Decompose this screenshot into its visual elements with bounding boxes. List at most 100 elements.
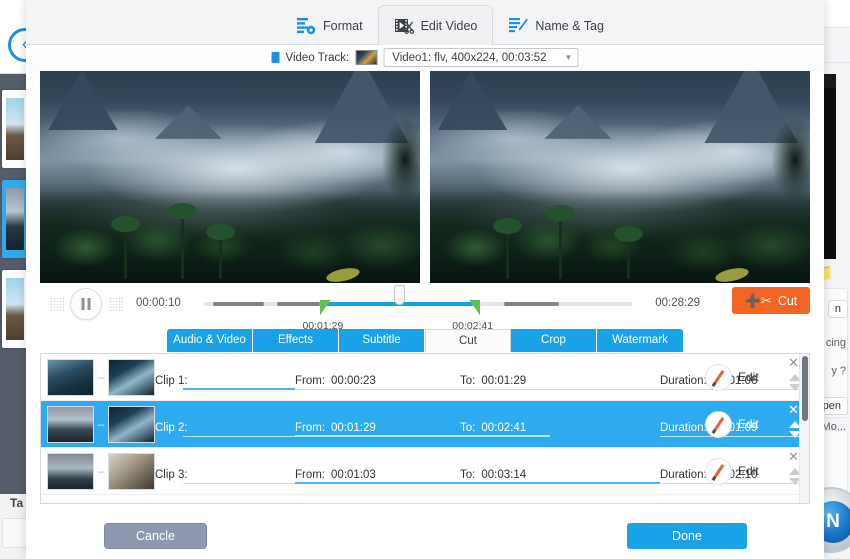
dialog-tabbar: Format Edit Video Name & Tag [26,0,824,45]
palm-tree [614,226,644,279]
dialog-tabs: Format Edit Video Name & Tag [281,0,619,45]
clip-label: Clip 3: [155,468,188,481]
background-thumb-1[interactable] [2,90,28,168]
clip-from-label: From: [295,421,326,434]
clip-from-value: 00:01:03 [331,468,376,481]
clip-list-scrollbar[interactable] [799,354,809,503]
clip-from-label: From: [295,374,326,387]
background-text-question: y ? [831,365,846,377]
subtab-subtitle[interactable]: Subtitle [339,329,425,352]
cut-button[interactable]: ➕✂ Cut [732,287,810,314]
clip-from-field[interactable]: From: 00:00:23 [295,375,460,390]
cut-button-label: Cut [777,293,798,308]
video-track-selected-value: Video1: flv, 400x224, 00:03:52 [392,51,547,64]
clip-label-field: Clip 3: [155,469,295,484]
clip-fields: Clip 3: From: 00:01:03 To: 00:03:14 Dura… [155,453,809,490]
thumbnail-separator: – [97,417,105,431]
timeline-row: 00:00:10 00:28:29 00:01:29 00:02:41 ➕✂ C… [40,283,810,332]
table-row[interactable]: – Clip 1: From: 00:00:23 To: 00:01:29 Du… [41,354,809,401]
clip-thumbnail-start [47,405,94,443]
table-row[interactable]: – Clip 3: From: 00:01:03 To: 00:03:14 Du… [41,448,809,495]
background-thumb-2-selected[interactable] [2,180,28,258]
video-track-select[interactable]: Video1: flv, 400x224, 00:03:52 ▼ [383,48,579,67]
background-text-cing: cing [825,337,846,349]
clip-label: Clip 2: [155,421,188,434]
timeline-segment [276,302,320,306]
table-row[interactable]: – Clip 2: From: 00:01:29 To: 00:02:41 Du… [41,401,809,448]
clip-from-field[interactable]: From: 00:01:29 [295,422,460,437]
palm-tree [545,205,575,279]
clip-from-label: From: [295,468,326,481]
thumbnail-image [6,188,24,250]
tab-format[interactable]: Format [281,7,378,45]
document-pencil-icon [508,17,528,35]
clip-list: – Clip 1: From: 00:00:23 To: 00:01:29 Du… [40,353,810,504]
clip-thumbnail-start [47,452,94,490]
tab-name-and-tag[interactable]: Name & Tag [493,7,619,45]
play-pause-button[interactable] [70,288,102,320]
tab-name-and-tag-label: Name & Tag [535,19,604,33]
timeline-grip-left[interactable] [50,297,64,311]
clip-to-label: To: [460,374,476,387]
thumbnail-separator: – [97,370,105,384]
mountain-peak [48,71,118,131]
palm-tree [167,202,197,279]
thumbnail-image [6,98,24,160]
tab-edit-video[interactable]: Edit Video [377,5,494,45]
field-underline [183,435,295,437]
clip-label: Clip 1: [155,374,188,387]
video-track-control: Video Track: Video1: flv, 400x224, 00:03… [271,48,579,67]
pencil-icon [705,363,732,391]
background-chip-top[interactable]: n [827,300,848,318]
field-underline [295,388,460,390]
preview-divider [420,71,430,283]
subtab-crop[interactable]: Crop [511,329,597,352]
palm-tree [492,217,522,279]
clip-to-field[interactable]: To: 00:01:29 [460,375,660,390]
clip-thumbnail-end [108,452,155,490]
dialog-footer: Cancle Done [26,513,824,559]
palm-tree [205,224,235,279]
original-video-frame [40,71,421,283]
clip-thumbnail-end [108,405,155,443]
close-icon[interactable]: ✕ [788,450,799,463]
done-button[interactable]: Done [627,523,747,549]
subtab-watermark[interactable]: Watermark [597,329,683,352]
timeline-track[interactable]: 00:01:29 00:02:41 [204,285,632,332]
pause-icon [81,298,91,310]
timeline-grip-right[interactable] [109,297,123,311]
background-thumb-3[interactable] [2,270,28,348]
video-track-icon [271,52,280,63]
preview-video-frame [429,71,810,283]
thumbnail-separator: – [97,464,105,478]
close-icon[interactable]: ✕ [788,356,799,369]
clip-to-field[interactable]: To: 00:03:14 [460,469,660,484]
original-preview-pane[interactable]: ▷ Original [40,71,421,283]
close-icon[interactable]: ✕ [788,403,799,416]
track-thumbnail [355,50,378,65]
subtab-effects[interactable]: Effects [253,329,339,352]
playhead-handle[interactable] [394,285,406,305]
edit-video-dialog: Format Edit Video Name & Tag Video Track… [26,0,824,559]
video-track-label: Video Track: [285,51,350,64]
cancel-button[interactable]: Cancle [104,523,207,549]
plus-scissors-icon: ➕✂ [744,292,772,308]
timeline-segment [503,302,560,306]
field-underline [183,388,295,390]
preview-pane[interactable]: Preview 🔍 [429,71,810,283]
film-scissors-icon [394,17,414,35]
timeline-segment [212,302,264,306]
clip-fields: Clip 1: From: 00:00:23 To: 00:01:29 Dura… [155,359,809,396]
clip-from-field[interactable]: From: 00:01:03 [295,469,460,484]
clip-duration-label: Duration: [660,374,707,387]
subtab-audio-video[interactable]: Audio & Video [167,329,253,352]
background-ta-label: Ta [10,496,24,510]
mountain-peak [544,105,612,139]
subtab-cut[interactable]: Cut [425,329,511,352]
clip-from-value: 00:00:23 [331,374,376,387]
preview-stage: ▷ Original Preview 🔍 [40,71,810,283]
pencil-icon [705,457,732,485]
clip-to-field[interactable]: To: 00:02:41 [460,422,660,437]
scrollbar-thumb[interactable] [802,356,808,421]
editor-subtabs: Audio & Video Effects Subtitle Cut Crop … [40,329,810,353]
